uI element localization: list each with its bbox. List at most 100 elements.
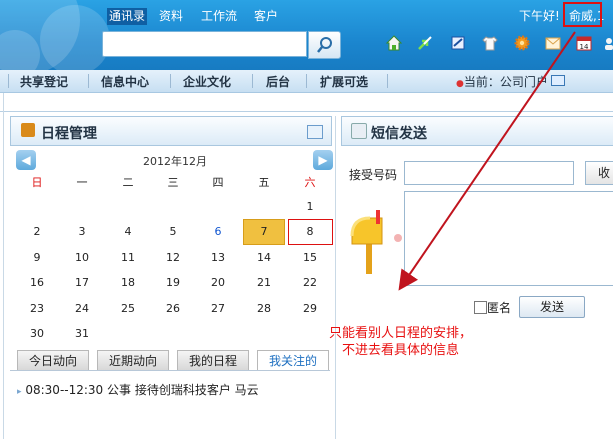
calendar-day[interactable]: 7: [244, 222, 284, 242]
calendar-day[interactable]: 18: [108, 273, 148, 293]
calendar-day[interactable]: 29: [290, 299, 330, 319]
calendar-month-title: 2012年12月: [143, 155, 207, 168]
search-input[interactable]: [102, 31, 307, 57]
chevron-right-icon: ▶: [318, 153, 328, 167]
prev-month-button[interactable]: ◀: [16, 150, 36, 170]
bullet-icon: ▸: [17, 387, 22, 397]
nav-item-info-center[interactable]: 信息中心: [101, 73, 149, 90]
mail-icon[interactable]: [544, 34, 562, 52]
nav-separator: [88, 74, 89, 88]
sub-toolbar: [0, 93, 613, 112]
sms-panel-header: 短信发送: [341, 116, 613, 146]
calendar-day[interactable]: 1: [290, 197, 330, 217]
top-tab-documents[interactable]: 资料: [157, 8, 185, 25]
calendar-day[interactable]: 14: [244, 248, 284, 268]
calendar-day[interactable]: 2: [17, 222, 57, 242]
calendar-day[interactable]: 31: [62, 324, 102, 344]
calendar-day[interactable]: 21: [244, 273, 284, 293]
notebook-icon[interactable]: [449, 34, 467, 52]
calendar-day[interactable]: 28: [244, 299, 284, 319]
chevron-left-icon: ◀: [21, 153, 31, 167]
recipient-input[interactable]: [404, 161, 574, 185]
nav-item-shared-register[interactable]: 共享登记: [20, 73, 68, 90]
tab-underline: [10, 370, 330, 371]
next-month-button[interactable]: ▶: [313, 150, 333, 170]
current-location-text: 当前：公司门户: [463, 75, 548, 89]
send-button[interactable]: 发送: [519, 296, 585, 318]
monitor-icon[interactable]: [550, 75, 565, 86]
recipient-label: 接受号码: [349, 168, 398, 182]
search-button[interactable]: [308, 31, 341, 59]
message-textarea[interactable]: [404, 191, 613, 286]
calendar-day[interactable]: 30: [17, 324, 57, 344]
left-edge-divider: [3, 93, 4, 439]
calendar-day[interactable]: 4: [108, 222, 148, 242]
calendar-day[interactable]: 20: [198, 273, 238, 293]
calendar-day[interactable]: 6: [198, 222, 238, 242]
calendar-day[interactable]: 9: [17, 248, 57, 268]
calendar-day[interactable]: 8: [290, 222, 330, 242]
tab-my-schedule[interactable]: 我的日程: [177, 350, 249, 371]
sms-panel-title: 短信发送: [371, 126, 427, 142]
calendar-day[interactable]: 15: [290, 248, 330, 268]
collapse-icon[interactable]: [307, 125, 323, 139]
search-icon: [317, 37, 332, 53]
tab-recent[interactable]: 近期动向: [97, 350, 169, 371]
calendar-day[interactable]: 17: [62, 273, 102, 293]
calendar-day[interactable]: 19: [153, 273, 193, 293]
top-header: 通讯录 资料 工作流 客户 14 下午好! 俞威,1: [0, 0, 613, 70]
weekday-header: 四: [212, 176, 224, 189]
calendar-day[interactable]: 26: [153, 299, 193, 319]
weekday-header: 三: [167, 176, 179, 189]
calendar-day[interactable]: 10: [62, 248, 102, 268]
calendar-day[interactable]: 16: [17, 273, 57, 293]
weekday-header: 五: [258, 176, 270, 189]
current-location: ●当前：公司门户: [456, 73, 565, 90]
nav-item-corporate-culture[interactable]: 企业文化: [183, 73, 231, 90]
nav-separator: [387, 74, 388, 88]
calendar-day[interactable]: 23: [17, 299, 57, 319]
calendar-day[interactable]: 3: [62, 222, 102, 242]
gear-icon[interactable]: [513, 34, 531, 52]
shirt-icon[interactable]: [481, 34, 499, 52]
username-highlight-box: [563, 2, 602, 27]
weekday-header: 一: [76, 176, 88, 189]
calendar-day[interactable]: 22: [290, 273, 330, 293]
list-item[interactable]: ▸ 08:30--12:30 公事 接待创瑞科技客户 马云: [17, 381, 259, 398]
calendar-day[interactable]: 24: [62, 299, 102, 319]
phone-icon: [351, 123, 367, 139]
calendar-day[interactable]: 25: [108, 299, 148, 319]
panel-divider: [335, 116, 336, 439]
location-dot-icon: ●: [456, 79, 464, 89]
calendar-day[interactable]: 11: [108, 248, 148, 268]
mailbox-icon: [350, 210, 402, 274]
weekday-header: 二: [122, 176, 134, 189]
nav-item-backend[interactable]: 后台: [266, 73, 290, 90]
anonymous-label: 匿名: [487, 301, 512, 315]
tab-today[interactable]: 今日动向: [17, 350, 89, 371]
nav-separator: [252, 74, 253, 88]
calendar-day[interactable]: 27: [198, 299, 238, 319]
users-icon[interactable]: [604, 34, 613, 52]
weekday-header: 日: [31, 176, 43, 189]
calendar-icon: [21, 123, 35, 137]
home-icon[interactable]: [385, 34, 403, 52]
calendar-day[interactable]: 13: [198, 248, 238, 268]
schedule-panel-title: 日程管理: [41, 126, 97, 142]
tab-following[interactable]: 我关注的: [257, 350, 329, 371]
nav-separator: [170, 74, 171, 88]
calendar-icon-number: 14: [580, 43, 589, 51]
calendar-day[interactable]: 5: [153, 222, 193, 242]
anonymous-checkbox[interactable]: [474, 301, 487, 314]
top-tab-workflow[interactable]: 工作流: [199, 8, 239, 25]
calendar-14-icon[interactable]: 14: [575, 34, 593, 52]
schedule-panel-header: 日程管理: [10, 116, 332, 146]
top-tab-customers[interactable]: 客户: [252, 8, 280, 25]
switch-arrows-icon[interactable]: [416, 34, 434, 52]
calendar-day[interactable]: 12: [153, 248, 193, 268]
annotation-note: 只能看别人日程的安排，不进去看具体的信息: [328, 326, 472, 358]
recipient-button[interactable]: 收: [585, 161, 613, 185]
nav-separator: [306, 74, 307, 88]
top-tab-contacts[interactable]: 通讯录: [107, 8, 148, 25]
nav-item-extensions[interactable]: 扩展可选: [320, 73, 368, 90]
